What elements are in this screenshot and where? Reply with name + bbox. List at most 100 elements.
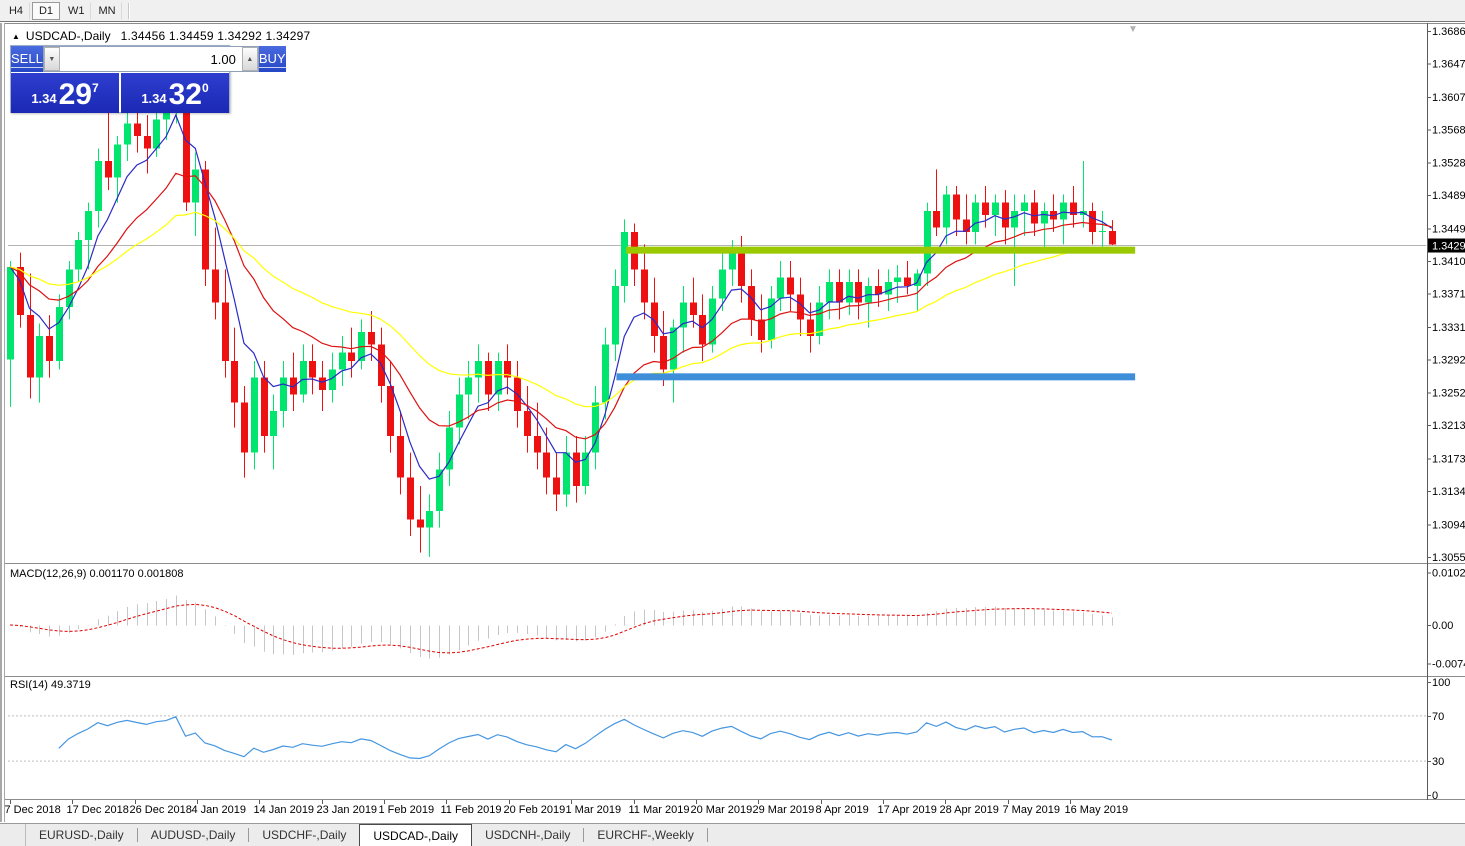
tab-bar-stub: [0, 824, 26, 846]
rsi-line: [59, 717, 1112, 759]
tab-eurusd-daily[interactable]: EURUSD-,Daily: [26, 824, 137, 846]
ohlc-quote-line: 1.34456 1.34459 1.34292 1.34297: [121, 29, 311, 43]
candle-body: [475, 361, 482, 378]
volume-spinner: ▼ ▲: [43, 46, 259, 72]
date-tick-label: 14 Jan 2019: [254, 804, 315, 816]
candle-body: [641, 269, 648, 302]
candle-body: [46, 336, 53, 361]
timeframe-toolbar: H4 D1 W1 MN: [0, 0, 1465, 22]
sell-price-panel[interactable]: 1.34 29 7: [11, 73, 119, 113]
symbol-tab-bar: EURUSD-,Daily AUDUSD-,Daily USDCHF-,Dail…: [0, 823, 1465, 846]
candle-body: [719, 269, 726, 298]
current-price-label: 1.34297: [1432, 241, 1465, 253]
rsi-tick-label: 100: [1432, 677, 1450, 689]
volume-decrease-button[interactable]: ▼: [44, 47, 60, 71]
candle-body: [241, 403, 248, 453]
date-tick-label: 20 Mar 2019: [691, 804, 753, 816]
candle-body: [36, 336, 43, 378]
candle-body: [534, 436, 541, 453]
rsi-tick-label: 0: [1432, 790, 1438, 802]
candle-body: [602, 344, 609, 402]
rsi-indicator-label: RSI(14) 49.3719: [10, 679, 91, 691]
candle-body: [690, 303, 697, 316]
chart-canvas[interactable]: 1.368601.364701.360701.356801.352801.348…: [2, 23, 1465, 822]
candle-body: [280, 378, 287, 411]
date-tick-label: 7 May 2019: [1003, 804, 1060, 816]
tab-usdcnh-daily[interactable]: USDCNH-,Daily: [472, 824, 583, 846]
tab-usdcad-daily[interactable]: USDCAD-,Daily: [359, 824, 472, 846]
candle-body: [1099, 231, 1106, 232]
buy-button-label: BUY: [259, 51, 286, 68]
candle-body: [114, 144, 121, 177]
macd-main-value: 0.001170: [89, 568, 134, 580]
candle-body: [748, 286, 755, 319]
macd-tick-label: -0.007477: [1432, 658, 1465, 670]
date-tick-label: 11 Mar 2019: [629, 804, 690, 816]
resistance-line: [626, 247, 1135, 254]
timeframe-mn-button[interactable]: MN: [93, 2, 122, 20]
price-tick-label: 1.34490: [1432, 224, 1465, 236]
candle-body: [231, 361, 238, 403]
chart-shift-marker-icon[interactable]: ▼: [1128, 24, 1138, 35]
rsi-tick-label: 30: [1432, 756, 1444, 768]
candle-body: [1060, 203, 1067, 220]
price-tick-label: 1.31730: [1432, 454, 1465, 466]
date-tick-label: 4 Jan 2019: [192, 804, 246, 816]
date-tick-label: 23 Jan 2019: [317, 804, 378, 816]
candle-body: [397, 436, 404, 478]
candle-body: [105, 161, 112, 178]
candle-body: [7, 267, 14, 360]
candle-body: [56, 307, 63, 361]
candle-body: [885, 282, 892, 295]
sell-button[interactable]: SELL: [11, 46, 43, 72]
price-axis: 1.368601.364701.360701.356801.352801.348…: [1427, 26, 1465, 802]
candle-body: [943, 194, 950, 227]
candle-body: [339, 353, 346, 370]
date-tick-label: 1 Feb 2019: [379, 804, 435, 816]
timeframe-d1-button[interactable]: D1: [32, 2, 60, 20]
candle-body: [1041, 211, 1048, 224]
buy-button[interactable]: BUY: [259, 46, 286, 72]
price-tick-label: 1.34100: [1432, 256, 1465, 268]
candle-body: [699, 315, 706, 344]
candle-body: [992, 203, 999, 216]
macd-layer: [11, 596, 1113, 659]
buy-price-panel[interactable]: 1.34 32 0: [121, 73, 229, 113]
timeframe-h4-button[interactable]: H4: [2, 2, 30, 20]
candle-body: [592, 403, 599, 453]
fast-ma-line: [10, 115, 1112, 479]
volume-input[interactable]: [60, 47, 242, 71]
rsi-tick-label: 70: [1432, 711, 1444, 723]
candle-body: [670, 328, 677, 370]
candle-body: [192, 169, 199, 202]
date-tick-label: 29 Mar 2019: [753, 804, 815, 816]
support-line: [616, 373, 1135, 380]
chart-title-row: ▲ USDCAD-,Daily 1.34456 1.34459 1.34292 …: [12, 29, 310, 43]
sell-button-label: SELL: [11, 51, 43, 68]
candle-body: [563, 453, 570, 495]
candle-body: [153, 119, 160, 148]
candle-body: [846, 282, 853, 303]
tab-divider: [707, 828, 708, 842]
candle-body: [787, 278, 794, 295]
price-tick-label: 1.30550: [1432, 552, 1465, 564]
date-tick-label: 17 Apr 2019: [878, 804, 937, 816]
panel-frame: [4, 23, 1465, 822]
price-tick-label: 1.36470: [1432, 59, 1465, 71]
rsi-name: RSI(14): [10, 679, 48, 691]
price-tick-label: 1.33310: [1432, 322, 1465, 334]
volume-increase-button[interactable]: ▲: [242, 47, 258, 71]
candle-body: [758, 319, 765, 340]
candle-body: [982, 203, 989, 216]
tab-audusd-daily[interactable]: AUDUSD-,Daily: [138, 824, 249, 846]
candle-body: [300, 361, 307, 394]
tab-eurchf-weekly[interactable]: EURCHF-,Weekly: [584, 824, 706, 846]
chart-symbol-title: USDCAD-,Daily: [26, 29, 111, 43]
collapse-arrow-icon[interactable]: ▲: [12, 32, 20, 41]
sell-price-prefix: 1.34: [31, 89, 56, 109]
tab-usdchf-daily[interactable]: USDCHF-,Daily: [249, 824, 359, 846]
timeframe-w1-button[interactable]: W1: [62, 2, 91, 20]
price-tick-label: 1.32520: [1432, 388, 1465, 400]
sell-price-pip: 7: [92, 73, 99, 103]
candle-body: [426, 511, 433, 528]
